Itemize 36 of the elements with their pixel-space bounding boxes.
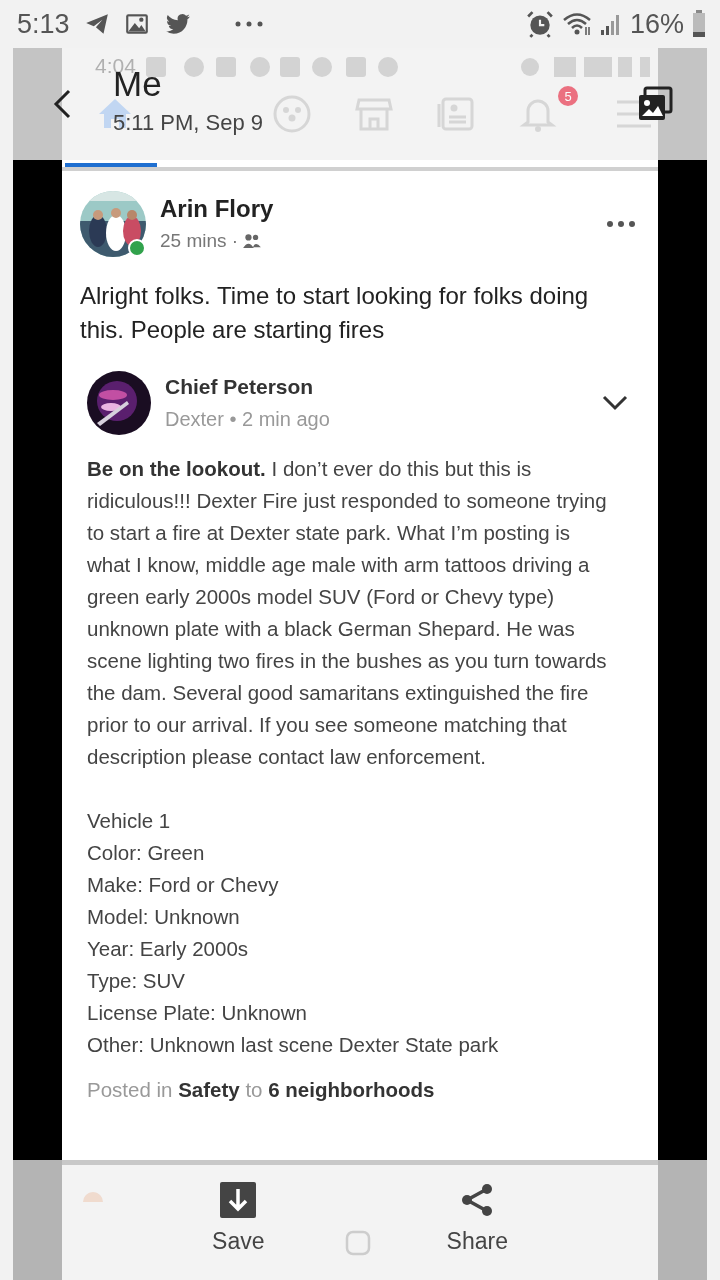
back-icon (52, 89, 72, 119)
post-time: 25 mins · (160, 229, 239, 253)
gallery-icon[interactable] (637, 86, 673, 122)
detail-line: License Plate: Unknown (87, 1000, 308, 1026)
more-icon (233, 20, 264, 28)
battery-level: 16% (629, 8, 684, 40)
detail-line: Year: Early 2000s (87, 936, 250, 962)
detail-line: Color: Green (87, 840, 206, 866)
author-name: Arin Flory (160, 194, 275, 224)
people-icon (242, 233, 263, 249)
square-icon (345, 1230, 371, 1256)
clock-time: 5:13 (17, 8, 70, 40)
back-button[interactable] (52, 89, 72, 119)
chevron-down-icon[interactable] (602, 395, 628, 411)
notification-badge: 5 (558, 86, 578, 106)
bird-icon (163, 11, 192, 37)
signal-icon (599, 12, 622, 36)
detail-line: Model: Unknown (87, 904, 241, 930)
battery-icon (692, 10, 706, 38)
more-icon[interactable] (606, 220, 636, 228)
save-button[interactable]: Save (206, 1160, 271, 1280)
post-meta: Dexter • 2 min ago (165, 407, 331, 432)
detail-line: Type: SUV (87, 968, 186, 994)
alarm-clock-icon (525, 10, 554, 38)
detail-line: Vehicle 1 (87, 808, 172, 834)
photo-date: 5:11 PM, Sep 9 (113, 109, 263, 137)
author-name: Chief Peterson (165, 374, 315, 400)
detail-line: Other: Unknown last scene Dexter State park (87, 1032, 500, 1058)
posted-in-text: Posted in Safety to 6 neighborhoods (87, 1077, 436, 1103)
image-icon (123, 11, 150, 37)
detail-line: Make: Ford or Chevy (87, 872, 280, 898)
share-button[interactable]: Share (440, 1160, 514, 1280)
post-text: Alright folks. Time to start looking for folks doing this. People are starting fires (80, 281, 590, 345)
post-text: Be on the lookout. I don’t ever do this but this is ridiculous!!! Dexter Fire just responded to someone trying to start a fire at Dexter state park. What I’m posting is what I know, middle age male with arm tattoos driving a green early 2000s model SUV (Ford or Chevy type) unknown plate with a black German Shepard. He was scene lighting two fires in the bushes as you turn towards the dam. Several good samaritans extinguished the fire prior to our arrival. If you see someone matching that description please contact law enforcement. (87, 456, 608, 770)
download-icon (220, 1182, 257, 1218)
wifi-icon (561, 11, 592, 37)
